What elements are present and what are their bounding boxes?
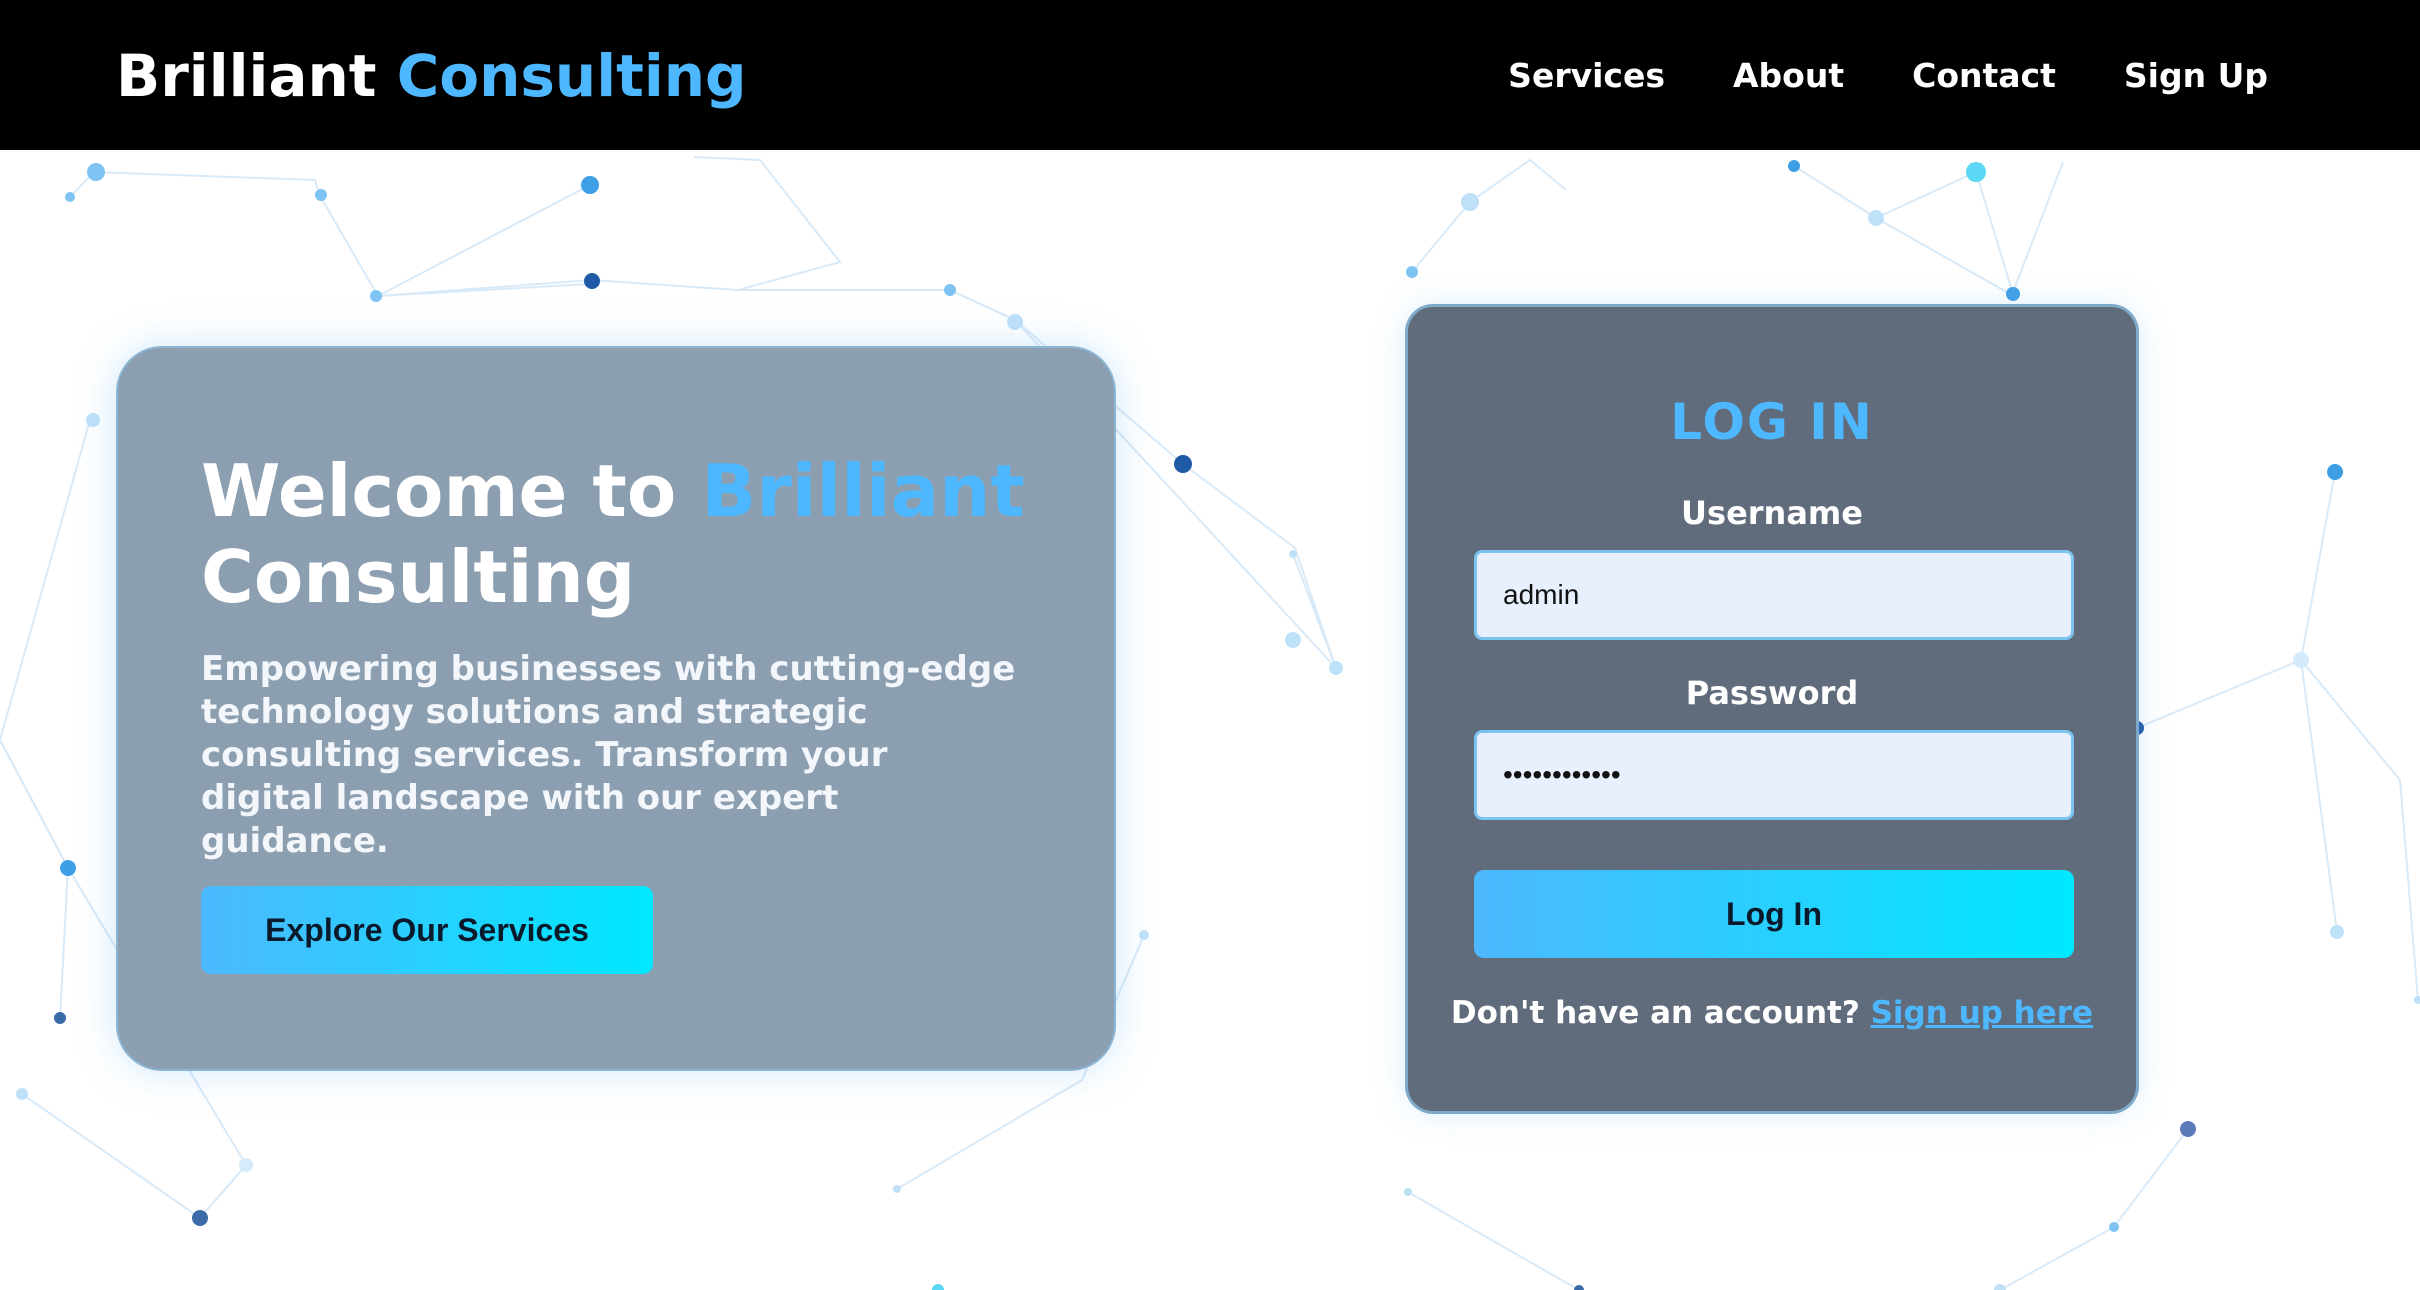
nav-link-services[interactable]: Services [1508,50,1665,102]
explore-services-button[interactable]: Explore Our Services [201,886,653,974]
page: Brilliant Consulting Services About Cont… [0,0,2420,1290]
nav-link-about[interactable]: About [1733,50,1844,102]
login-card: LOG IN Username Password Log In Don't ha… [1405,304,2139,1114]
nav-link-contact[interactable]: Contact [1912,50,2056,102]
welcome-title-prefix: Welcome to [201,449,677,533]
signup-prompt-line: Don't have an account? Sign up here [1408,991,2136,1035]
password-label: Password [1685,674,1859,712]
top-navbar: Brilliant Consulting Services About Cont… [0,0,2420,150]
brand-name-accent: Consulting [396,42,747,110]
login-title: LOG IN [1670,393,1874,451]
welcome-title: Welcome to Brilliant Consulting [201,448,1061,620]
welcome-title-suffix: Consulting [201,535,636,619]
welcome-title-accent: Brilliant [701,449,1025,533]
username-input[interactable] [1474,550,2074,640]
username-label: Username [1681,494,1863,532]
brand-name-primary: Brilliant [116,42,377,110]
password-input[interactable] [1474,730,2074,820]
welcome-card: Welcome to Brilliant Consulting Empoweri… [116,346,1116,1071]
brand-logo[interactable]: Brilliant Consulting [116,38,747,114]
nav-link-sign-up[interactable]: Sign Up [2124,50,2268,102]
nav-links: Services About Contact Sign Up [1508,50,2268,102]
welcome-description: Empowering businesses with cutting-edge … [201,649,1016,861]
signup-prompt-text: Don't have an account? [1450,995,1860,1031]
log-in-button[interactable]: Log In [1474,870,2074,958]
signup-link[interactable]: Sign up here [1871,995,2093,1031]
